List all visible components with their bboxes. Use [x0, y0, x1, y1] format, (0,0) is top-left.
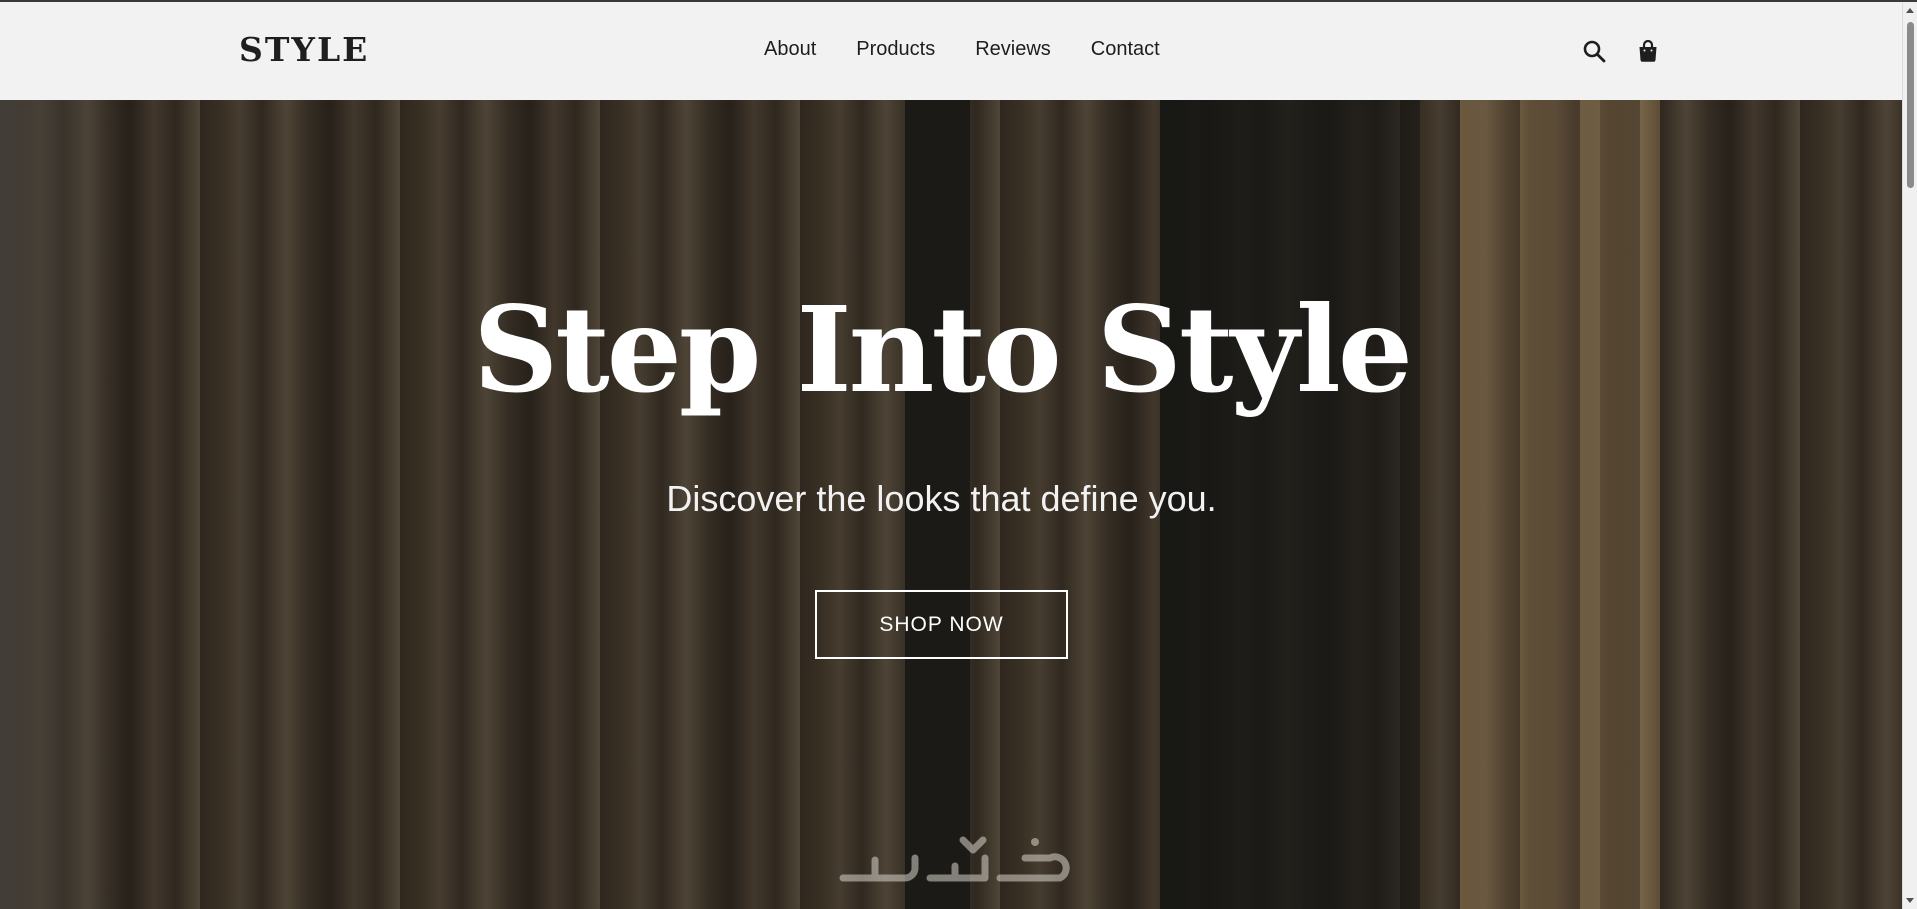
page-viewport: STYLE About Products Reviews Contact Ste… [0, 0, 1902, 909]
site-header: STYLE About Products Reviews Contact [0, 2, 1902, 100]
hero-title: Step Into Style [473, 280, 1413, 419]
hero-section: Step Into Style Discover the looks that … [0, 100, 1902, 909]
nav-link-about[interactable]: About [764, 38, 816, 61]
header-actions [1582, 39, 1660, 63]
scroll-up-arrow-icon[interactable] [1906, 8, 1914, 13]
khamsat-watermark-logo [835, 830, 1070, 890]
scroll-down-arrow-icon[interactable] [1906, 898, 1914, 903]
nav-link-reviews[interactable]: Reviews [975, 38, 1051, 61]
shopping-bag-icon[interactable] [1636, 39, 1660, 63]
hero-subtitle: Discover the looks that define you. [666, 478, 1217, 519]
vertical-scrollbar[interactable] [1902, 2, 1917, 909]
shop-now-button[interactable]: SHOP NOW [815, 590, 1068, 659]
search-icon[interactable] [1582, 39, 1606, 63]
scrollbar-thumb[interactable] [1907, 22, 1914, 188]
site-logo[interactable]: STYLE [239, 30, 369, 69]
nav-link-contact[interactable]: Contact [1091, 38, 1160, 61]
main-nav: About Products Reviews Contact [764, 38, 1160, 61]
nav-link-products[interactable]: Products [856, 38, 935, 61]
